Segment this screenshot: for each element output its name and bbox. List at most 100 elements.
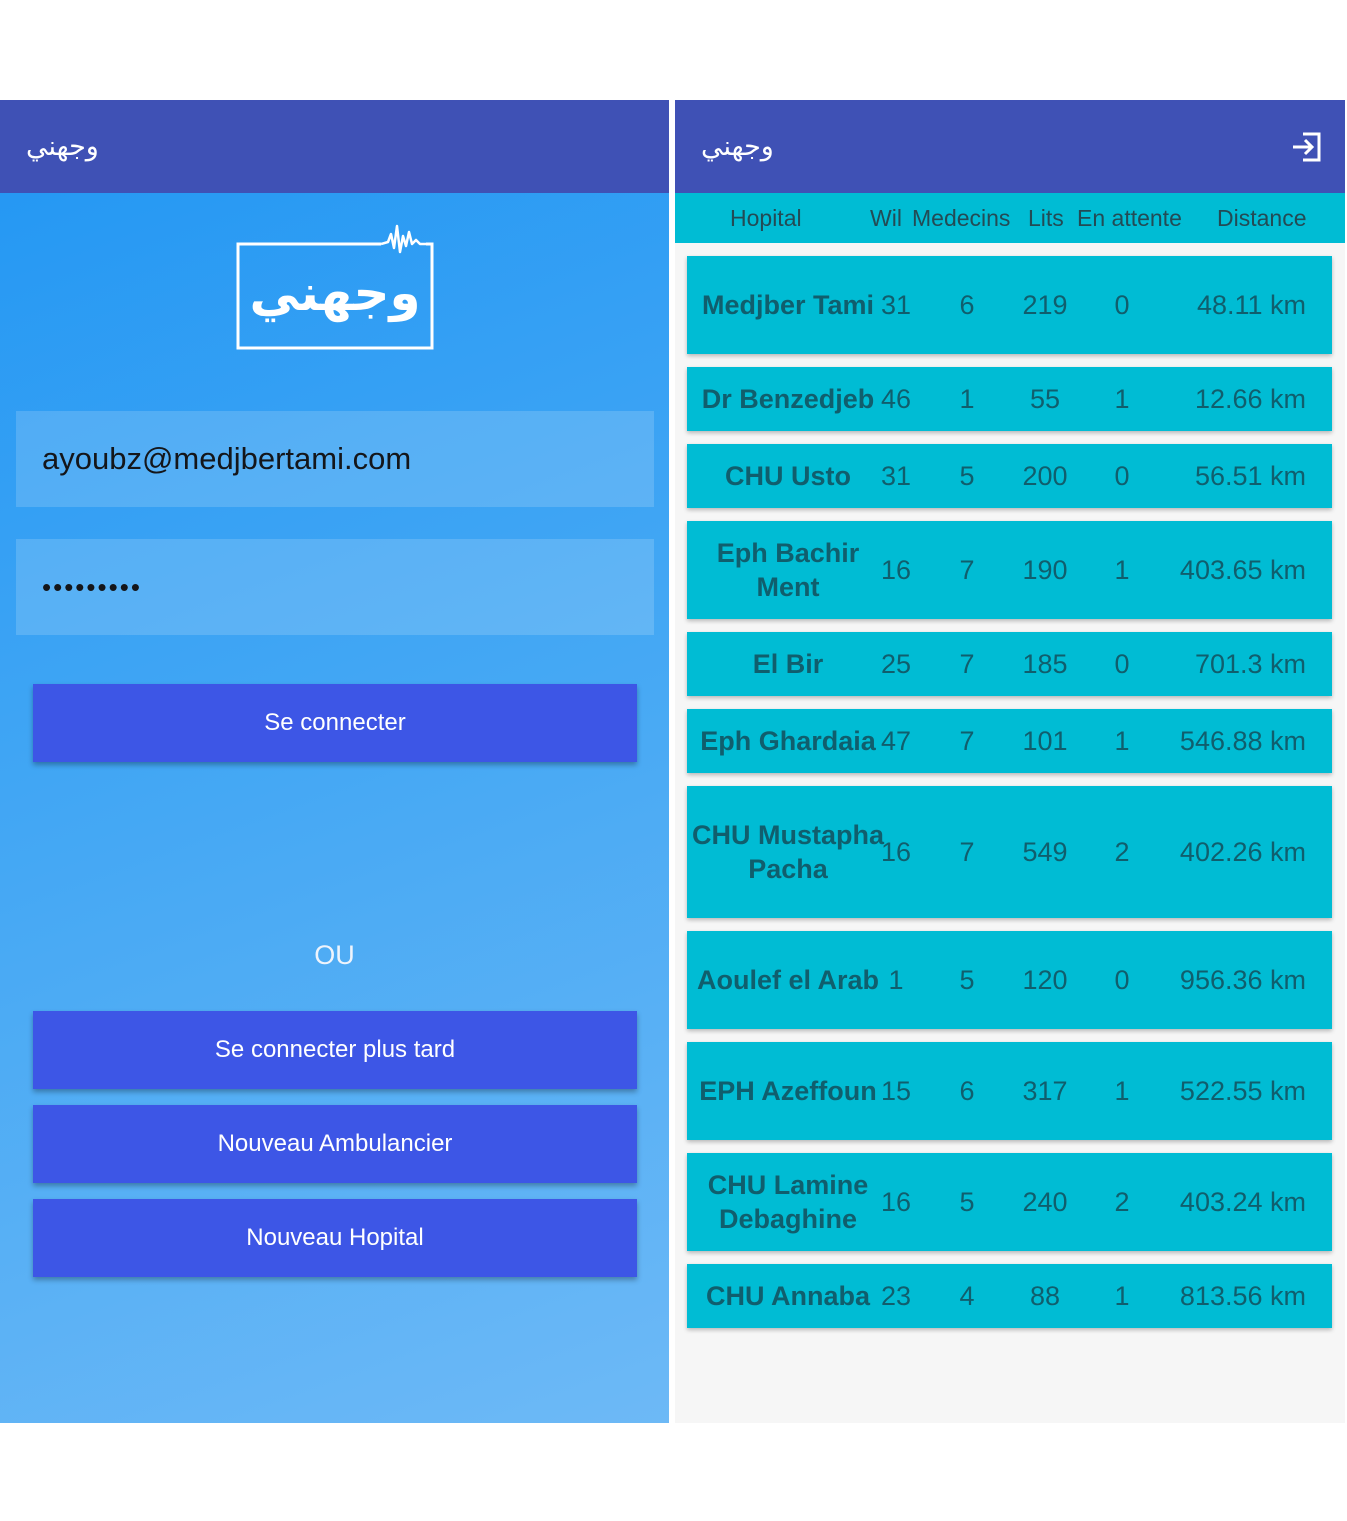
waiting-count: 2 <box>1114 836 1130 867</box>
lits-count: 219 <box>1022 289 1068 320</box>
header-wil: Wil <box>870 205 902 231</box>
distance: 12.66 km <box>1194 383 1306 414</box>
login-later-button[interactable]: Se connecter plus tard <box>33 1011 637 1089</box>
hospital-name: CHU Usto <box>725 461 851 491</box>
distance: 56.51 km <box>1194 460 1306 491</box>
hospital-name: CHU Annaba <box>705 1281 870 1311</box>
password-input[interactable] <box>16 539 654 635</box>
distance: 546.88 km <box>1179 725 1306 756</box>
wilaya: 25 <box>880 648 912 679</box>
header-hospital: Hopital <box>730 205 802 231</box>
medecins-count: 5 <box>959 964 975 995</box>
distance: 701.3 km <box>1194 648 1306 679</box>
waiting-count: 1 <box>1114 554 1130 585</box>
hospital-row[interactable]: CHU Mustapha Pacha 16 7 549 2 402.26 km <box>687 786 1332 918</box>
distance: 402.26 km <box>1179 836 1306 867</box>
hospital-name: EPH Azeffoun <box>699 1076 877 1106</box>
header-lits: Lits <box>1028 205 1064 231</box>
login-screen: وجهني وجهني Se connecter OU Se connecter… <box>0 100 669 1423</box>
login-button[interactable]: Se connecter <box>33 684 637 762</box>
medecins-count: 5 <box>959 1186 975 1217</box>
wilaya: 46 <box>880 383 912 414</box>
hospital-row[interactable]: El Bir 25 7 185 0 701.3 km <box>687 632 1332 696</box>
logo-text: وجهني <box>249 264 420 323</box>
distance: 956.36 km <box>1179 964 1306 995</box>
hospital-list-screen: وجهني Hopital Wil Medecins Lits En atten… <box>675 100 1345 1423</box>
medecins-count: 7 <box>959 554 975 585</box>
lits-count: 55 <box>1029 383 1061 414</box>
wilaya: 31 <box>880 289 912 320</box>
medecins-count: 1 <box>959 383 975 414</box>
medecins-count: 7 <box>959 725 975 756</box>
distance: 403.24 km <box>1179 1186 1306 1217</box>
wilaya: 16 <box>880 1186 912 1217</box>
medecins-count: 6 <box>959 289 975 320</box>
distance: 813.56 km <box>1179 1280 1306 1311</box>
hospital-list: Medjber Tami 31 6 219 0 48.11 km Dr Benzedjeb 4… <box>687 256 1332 1341</box>
hospital-row[interactable]: Dr Benzedjeb 46 1 55 1 12.66 km <box>687 367 1332 431</box>
app-bar: وجهني <box>0 100 669 193</box>
lits-count: 88 <box>1029 1280 1061 1311</box>
medecins-count: 4 <box>959 1280 975 1311</box>
hospital-row[interactable]: Eph Ghardaia 47 7 101 1 546.88 km <box>687 709 1332 773</box>
hospital-name: El Bir <box>752 649 824 679</box>
lits-count: 190 <box>1022 554 1068 585</box>
medecins-count: 7 <box>959 836 975 867</box>
hospital-name: CHU Lamine Debaghine <box>707 1170 869 1234</box>
medecins-count: 5 <box>959 460 975 491</box>
table-header: Hopital Wil Medecins Lits En attente Dis… <box>675 193 1345 243</box>
hospital-row[interactable]: Eph Bachir Ment 16 7 190 1 403.65 km <box>687 521 1332 619</box>
lits-count: 200 <box>1022 460 1068 491</box>
app-bar: وجهني <box>675 100 1345 193</box>
app-logo: وجهني <box>236 224 434 350</box>
email-field[interactable] <box>16 411 654 507</box>
password-field[interactable] <box>16 539 654 635</box>
wilaya: 31 <box>880 460 912 491</box>
waiting-count: 1 <box>1114 1075 1130 1106</box>
waiting-count: 0 <box>1114 964 1130 995</box>
hospital-name: Eph Ghardaia <box>700 726 876 756</box>
waiting-count: 1 <box>1114 1280 1130 1311</box>
wilaya: 47 <box>880 725 912 756</box>
lits-count: 120 <box>1022 964 1068 995</box>
logout-icon[interactable] <box>1289 130 1323 164</box>
distance: 48.11 km <box>1196 289 1306 320</box>
app-title: وجهني <box>26 131 99 162</box>
email-input[interactable] <box>16 411 654 507</box>
waiting-count: 1 <box>1114 725 1130 756</box>
distance: 522.55 km <box>1179 1075 1306 1106</box>
hospital-row[interactable]: CHU Annaba 23 4 88 1 813.56 km <box>687 1264 1332 1328</box>
app-title: وجهني <box>701 131 774 162</box>
hospital-name: Medjber Tami <box>701 290 875 320</box>
hospital-row[interactable]: Aoulef el Arab 1 5 120 0 956.36 km <box>687 931 1332 1029</box>
waiting-count: 1 <box>1114 383 1130 414</box>
wilaya: 16 <box>880 554 912 585</box>
waiting-count: 0 <box>1114 289 1130 320</box>
header-distance: Distance <box>1217 205 1307 231</box>
wilaya: 1 <box>888 964 904 995</box>
hospital-name: Aoulef el Arab <box>696 965 880 995</box>
distance: 403.65 km <box>1179 554 1306 585</box>
hospital-row[interactable]: Medjber Tami 31 6 219 0 48.11 km <box>687 256 1332 354</box>
waiting-count: 0 <box>1114 648 1130 679</box>
hospital-row[interactable]: CHU Usto 31 5 200 0 56.51 km <box>687 444 1332 508</box>
wilaya: 15 <box>880 1075 912 1106</box>
new-ambulancier-button[interactable]: Nouveau Ambulancier <box>33 1105 637 1183</box>
hospital-row[interactable]: CHU Lamine Debaghine 16 5 240 2 403.24 km <box>687 1153 1332 1251</box>
or-separator: OU <box>314 940 355 970</box>
wilaya: 16 <box>880 836 912 867</box>
hospital-name: CHU Mustapha Pacha <box>691 820 884 884</box>
waiting-count: 2 <box>1114 1186 1130 1217</box>
lits-count: 240 <box>1022 1186 1068 1217</box>
lits-count: 185 <box>1022 648 1068 679</box>
lits-count: 317 <box>1022 1075 1068 1106</box>
hospital-name: Eph Bachir Ment <box>716 538 860 602</box>
new-hospital-button[interactable]: Nouveau Hopital <box>33 1199 637 1277</box>
header-waiting: En attente <box>1077 205 1182 231</box>
header-medecins: Medecins <box>912 205 1011 231</box>
medecins-count: 6 <box>959 1075 975 1106</box>
waiting-count: 0 <box>1114 460 1130 491</box>
hospital-name: Dr Benzedjeb <box>701 384 875 414</box>
hospital-row[interactable]: EPH Azeffoun 15 6 317 1 522.55 km <box>687 1042 1332 1140</box>
wilaya: 23 <box>880 1280 912 1311</box>
